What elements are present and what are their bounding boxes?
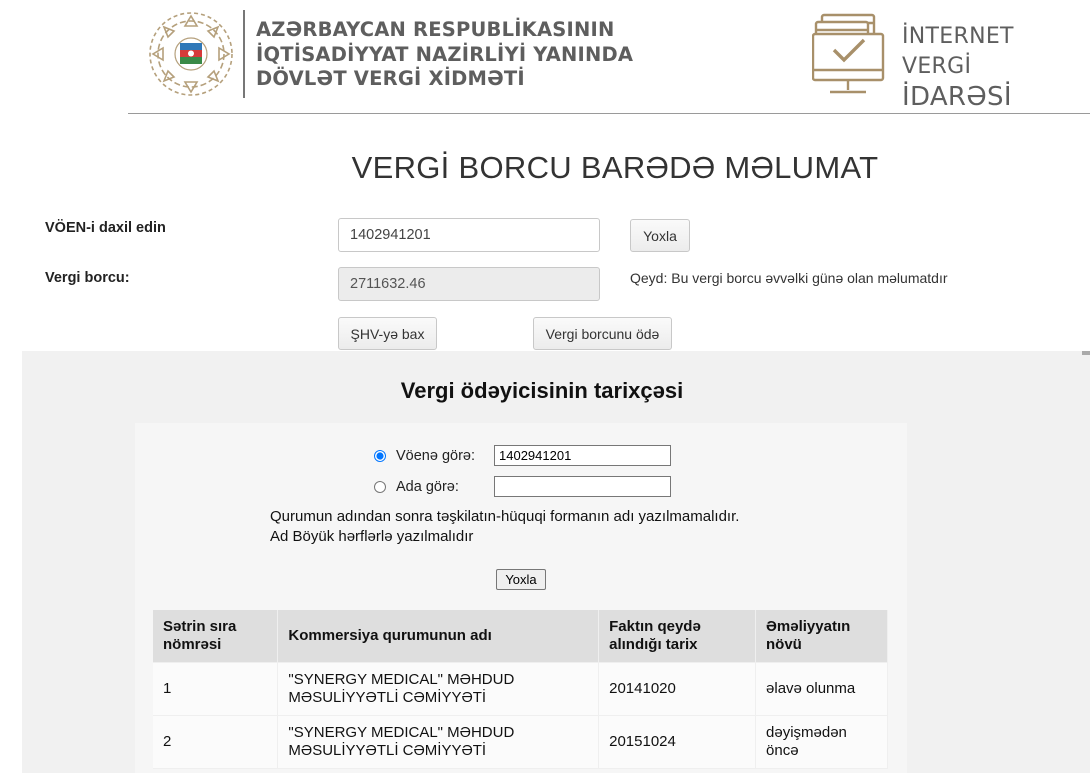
search-by-name-label: Ada görə: (396, 478, 459, 495)
history-title: Vergi ödəyicisinin tarixçəsi (400, 378, 684, 403)
column-header-row-number: Sətrin sıra nömrəsi (153, 610, 279, 663)
search-by-voen-label: Vöenə görə: (396, 447, 476, 464)
history-instructions: Qurumun adından sonra təşkilatın-hüquqi … (270, 507, 739, 547)
instruction-line2: Ad Böyük hərflərlə yazılmalıdır (270, 528, 474, 545)
debt-label: Vergi borcu: (45, 270, 130, 286)
organization-name: AZƏRBAYCAN RESPUBLİKASININ İQTİSADİYYAT … (256, 18, 633, 92)
cell-operation-type: dəyişmədən öncə (755, 715, 888, 769)
header-bottom-line (128, 113, 1090, 114)
org-name-line2: İQTİSADİYYAT NAZİRLİYİ YANINDA (256, 42, 634, 66)
history-table: Sətrin sıra nömrəsi Kommersiya qurumunun… (153, 610, 888, 769)
column-header-operation-type: Əməliyyatın növü (755, 610, 888, 663)
scrollbar-marker[interactable] (1082, 351, 1090, 355)
search-by-name-row: Ada görə: (374, 476, 671, 497)
table-row: 2 "SYNERGY MEDICAL" MƏHDUD MƏSULİYYƏTLİ … (153, 715, 888, 769)
state-emblem-icon (149, 12, 233, 96)
instruction-line1: Qurumun adından sonra təşkilatın-hüquqi … (270, 508, 740, 525)
cell-operation-type: əlavə olunma (755, 662, 888, 716)
search-by-voen-radio[interactable] (374, 449, 386, 462)
cell-company-name: "SYNERGY MEDICAL" MƏHDUD MƏSULİYYƏTLİ CƏ… (277, 662, 600, 716)
search-by-name-radio[interactable] (374, 480, 386, 493)
table-header-row: Sətrin sıra nömrəsi Kommersiya qurumunun… (153, 610, 888, 663)
voen-input[interactable] (338, 218, 600, 252)
history-name-input[interactable] (494, 476, 671, 497)
cell-company-name: "SYNERGY MEDICAL" MƏHDUD MƏSULİYYƏTLİ CƏ… (277, 715, 600, 769)
column-header-record-date: Faktın qeydə alındığı tarix (598, 610, 757, 663)
cell-record-date: 20151024 (598, 715, 757, 769)
page-title: VERGİ BORCU BARƏDƏ MƏLUMAT (351, 150, 879, 185)
column-header-company-name: Kommersiya qurumunun adı (277, 610, 600, 663)
pay-debt-button[interactable]: Vergi borcunu ödə (533, 317, 672, 350)
internet-tax-office-icon[interactable] (812, 12, 886, 96)
view-shv-button[interactable]: ŞHV-yə bax (338, 317, 437, 350)
debt-amount-field (338, 267, 600, 301)
org-name-line3: DÖVLƏT VERGİ XİDMƏTİ (256, 67, 525, 90)
internet-tax-office-name[interactable]: İNTERNET VERGİ İDARƏSİ (902, 22, 1090, 112)
history-voen-input[interactable] (494, 445, 671, 466)
history-check-button[interactable]: Yoxla (496, 569, 546, 590)
cell-row-number: 1 (153, 662, 279, 716)
table-row: 1 "SYNERGY MEDICAL" MƏHDUD MƏSULİYYƏTLİ … (153, 662, 888, 716)
org-name-line1: AZƏRBAYCAN RESPUBLİKASININ (256, 18, 615, 41)
ivi-name-line1: İNTERNET VERGİ (902, 24, 1014, 79)
ivi-name-line2: İDARƏSİ (902, 82, 1012, 112)
cell-record-date: 20141020 (598, 662, 757, 716)
voen-label: VÖEN-i daxil edin (45, 220, 166, 236)
header-divider (243, 10, 245, 98)
debt-note: Qeyd: Bu vergi borcu əvvəlki günə olan m… (630, 270, 948, 286)
check-debt-button[interactable]: Yoxla (630, 219, 690, 252)
search-by-voen-row: Vöenə görə: (374, 445, 671, 466)
cell-row-number: 2 (153, 715, 279, 769)
